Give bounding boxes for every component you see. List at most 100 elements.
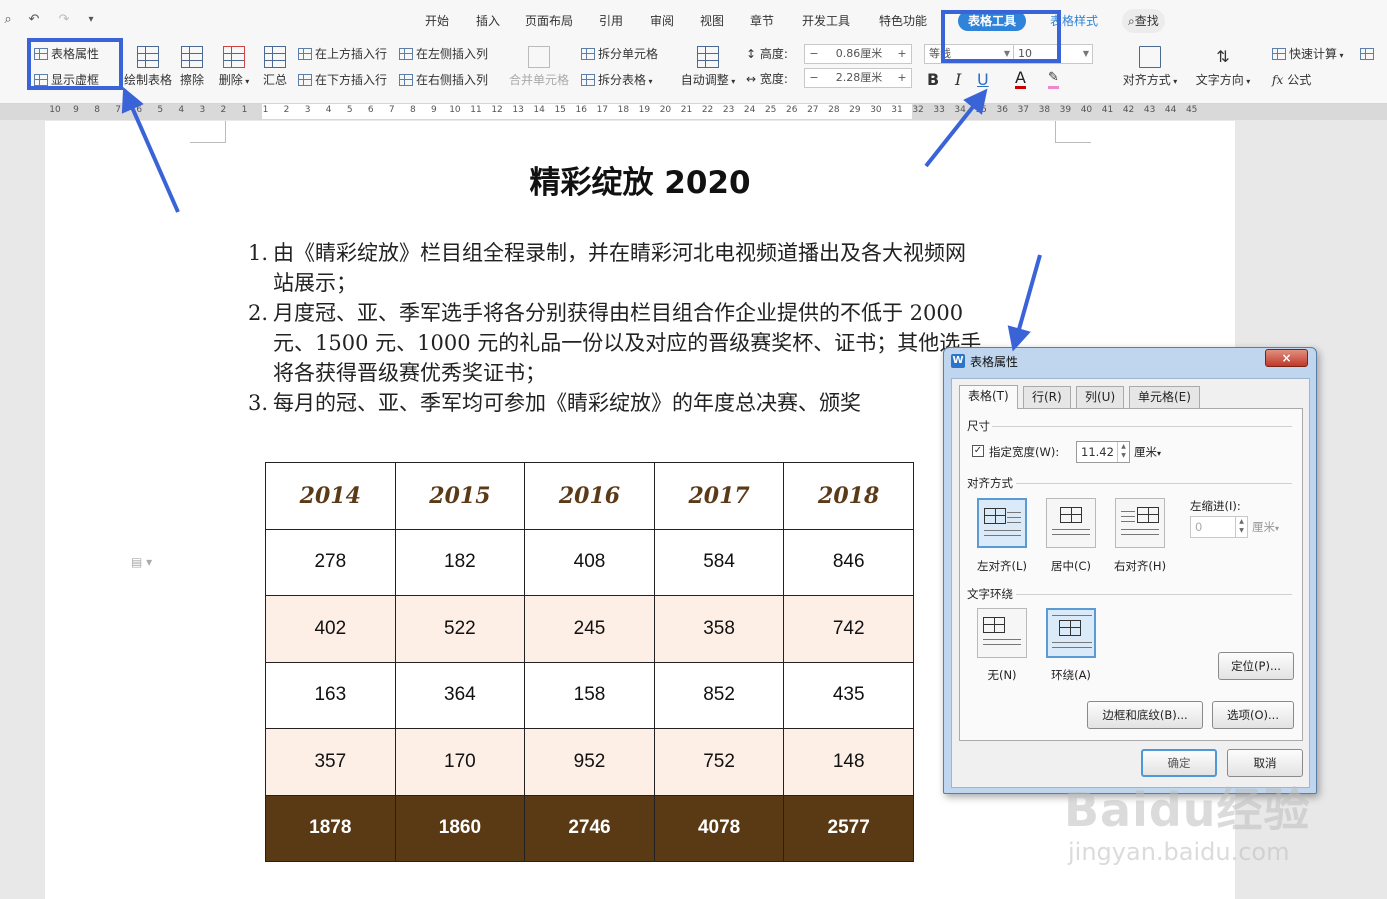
table-cell[interactable]: 522 [394,595,526,663]
split-cells-button[interactable]: 拆分单元格 [581,45,658,63]
tab-home[interactable]: 开始 [425,11,449,31]
height-decrease-button[interactable]: − [805,45,823,63]
indent-unit-select[interactable]: 厘米▾ [1252,519,1279,535]
wrap-around-option[interactable] [1046,608,1096,658]
redo-icon[interactable]: ↷ [56,10,72,30]
position-button[interactable]: 定位(P)... [1218,652,1294,680]
table-cell[interactable]: 182 [394,528,526,596]
draw-table-button[interactable]: 绘制表格 [124,46,172,89]
tab-references[interactable]: 引用 [599,11,623,31]
formula-button[interactable]: fx 公式 [1272,71,1311,89]
insert-col-right-button[interactable]: 在右侧插入列 [399,71,488,89]
horizontal-ruler[interactable]: 10 9 8 7 6 5 4 3 2 1 1 2 3 4 5 6 7 8 9 10 11 12 13 14 15 16 17 18 19… [0,104,1387,120]
ok-button[interactable]: 确定 [1141,749,1217,777]
search-preview-icon[interactable]: ⌕ [0,10,16,30]
delete-button[interactable]: 删除 ▾ [216,46,252,91]
table-cell[interactable]: 952 [524,728,655,796]
underline-button[interactable]: U [977,70,989,89]
table-cell[interactable]: 357 [265,728,396,796]
merge-cells-button[interactable]: 合并单元格 [509,46,569,89]
spinner-icon[interactable]: ▲ ▼ [1117,442,1129,462]
table-cell[interactable]: 158 [524,661,655,729]
insert-row-above-button[interactable]: 在上方插入行 [298,45,387,63]
table-header-cell[interactable]: 2016 [524,462,655,530]
table-cell[interactable]: 163 [265,661,396,729]
width-unit-select[interactable]: 厘米▾ [1134,444,1161,460]
width-decrease-button[interactable]: − [805,69,823,87]
borders-shading-button[interactable]: 边框和底纹(B)... [1087,701,1203,729]
ruler-tick-label: 11 [470,105,482,115]
specify-width-checkbox[interactable]: ✓ [972,445,984,457]
width-input[interactable]: −2.28厘米 + [804,68,912,88]
table-total-cell[interactable]: 4078 [653,794,785,862]
table-header-cell[interactable]: 2018 [783,462,914,530]
insert-col-left-button[interactable]: 在左侧插入列 [399,45,488,63]
margin-corner [1055,121,1091,143]
text-direction-button[interactable]: ⇅ 文字方向 ▾ [1192,46,1254,91]
table-cell[interactable]: 402 [265,595,396,663]
table-total-cell[interactable]: 2746 [524,794,655,862]
font-color-button[interactable]: A [1015,70,1026,89]
height-input[interactable]: −0.86厘米 + [804,44,912,64]
cancel-button[interactable]: 取消 [1227,749,1303,777]
table-cell[interactable]: 852 [653,661,785,729]
left-indent-input[interactable]: 0 ▲ ▼ [1190,516,1248,538]
table-cell[interactable]: 584 [653,528,785,596]
tab-column[interactable]: 列(U) [1076,386,1125,408]
table-total-cell[interactable]: 2577 [783,794,914,862]
width-increase-button[interactable]: + [893,69,911,87]
tab-review[interactable]: 审阅 [650,11,674,31]
italic-button[interactable]: I [955,70,961,89]
table-cell[interactable]: 170 [394,728,526,796]
table-header-cell[interactable]: 2015 [394,462,526,530]
table-width-input[interactable]: 11.42 ▲ ▼ [1076,441,1130,463]
table-cell[interactable]: 846 [783,528,914,596]
table-cell[interactable]: 408 [524,528,655,596]
undo-icon[interactable]: ↶ [26,10,42,30]
wrap-none-option[interactable] [977,608,1027,658]
tab-page-layout[interactable]: 页面布局 [525,11,573,31]
align-button[interactable]: 对齐方式 ▾ [1120,46,1180,91]
table-cell[interactable]: 752 [653,728,785,796]
spinner-icon[interactable]: ▲ ▼ [1235,517,1247,537]
document-side-icon[interactable]: ▤ ▾ [131,555,152,569]
quick-calc-button[interactable]: 快速计算 ▾ [1272,45,1344,65]
split-table-button[interactable]: 拆分表格 ▾ [581,71,653,91]
table-total-cell[interactable]: 1878 [265,794,396,862]
table-cell[interactable]: 148 [783,728,914,796]
tab-features[interactable]: 特色功能 [879,11,927,31]
tab-chapter[interactable]: 章节 [750,11,774,31]
dialog-titlebar[interactable]: W 表格属性 × [944,348,1316,374]
close-button[interactable]: × [1265,349,1308,367]
customize-toolbar-icon[interactable]: ▾ [84,10,98,30]
align-center-option[interactable] [1046,498,1096,548]
tab-view[interactable]: 视图 [700,11,724,31]
data-table[interactable]: 2014 2015 2016 2017 2018 278 182 408 584… [265,462,914,862]
tab-table[interactable]: 表格(T) [959,385,1018,409]
table-cell[interactable]: 358 [653,595,785,663]
table-cell[interactable]: 245 [524,595,655,663]
search-button[interactable]: ⌕查找 [1122,9,1165,33]
table-cell[interactable]: 278 [265,528,396,596]
tab-row[interactable]: 行(R) [1023,386,1071,408]
table-header-cell[interactable]: 2017 [653,462,785,530]
tab-cell[interactable]: 单元格(E) [1129,386,1200,408]
tab-insert[interactable]: 插入 [476,11,500,31]
bold-button[interactable]: B [927,70,939,89]
erase-button[interactable]: 擦除 [177,46,207,89]
table-cell[interactable]: 435 [783,661,914,729]
tab-developer[interactable]: 开发工具 [802,11,850,31]
align-left-option[interactable] [977,498,1027,548]
table-total-cell[interactable]: 1860 [394,794,526,862]
insert-row-below-button[interactable]: 在下方插入行 [298,71,387,89]
align-right-option[interactable] [1115,498,1165,548]
table-cell[interactable]: 742 [783,595,914,663]
table-header-cell[interactable]: 2014 [265,462,396,530]
overflow-icon[interactable] [1360,45,1377,63]
auto-fit-button[interactable]: 自动调整 ▾ [678,46,738,91]
table-cell[interactable]: 364 [394,661,526,729]
highlight-icon[interactable]: ✎ [1048,70,1059,89]
height-increase-button[interactable]: + [893,45,911,63]
options-button[interactable]: 选项(O)... [1212,701,1294,729]
summary-button[interactable]: 汇总 [260,46,290,89]
